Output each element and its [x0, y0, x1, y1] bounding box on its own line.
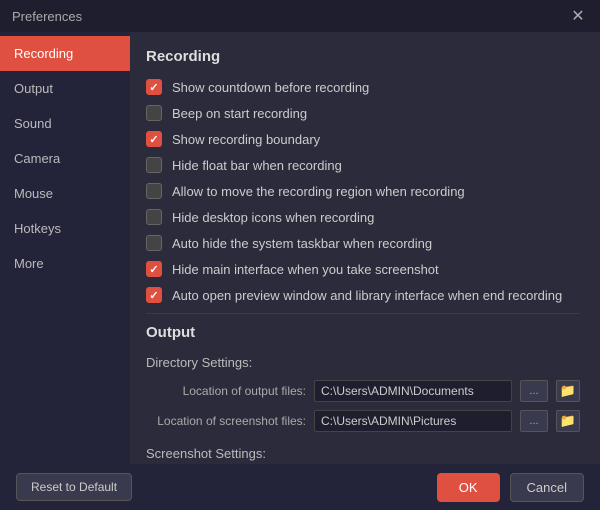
checkbox-moveregion-label: Allow to move the recording region when … — [172, 184, 465, 199]
checkbox-moveregion[interactable] — [146, 183, 162, 199]
checkbox-row-floatbar: Hide float bar when recording — [146, 157, 580, 173]
titlebar-title: Preferences — [12, 9, 82, 24]
screenshot-files-folder-btn[interactable]: 📁 — [556, 410, 580, 432]
output-files-browse-btn[interactable]: ... — [520, 380, 548, 402]
screenshot-files-row: Location of screenshot files: ... 📁 — [146, 410, 580, 432]
checkbox-desktopicons[interactable] — [146, 209, 162, 225]
output-files-folder-btn[interactable]: 📁 — [556, 380, 580, 402]
titlebar: Preferences ✕ — [0, 0, 600, 32]
checkbox-autopreview[interactable] — [146, 287, 162, 303]
checkbox-taskbar-label: Auto hide the system taskbar when record… — [172, 236, 432, 251]
checkbox-taskbar[interactable] — [146, 235, 162, 251]
output-files-input[interactable] — [314, 380, 512, 402]
checkbox-autopreview-label: Auto open preview window and library int… — [172, 288, 562, 303]
checkbox-maininterface-label: Hide main interface when you take screen… — [172, 262, 439, 277]
sidebar-item-mouse[interactable]: Mouse — [0, 176, 130, 211]
screenshot-settings-title: Screenshot Settings: — [146, 446, 580, 461]
sidebar-item-sound[interactable]: Sound — [0, 106, 130, 141]
footer-right: OK Cancel — [437, 473, 584, 502]
screenshot-files-input[interactable] — [314, 410, 512, 432]
screenshot-files-label: Location of screenshot files: — [146, 414, 306, 428]
directory-settings-title: Directory Settings: — [146, 355, 580, 370]
checkbox-beep-label: Beep on start recording — [172, 106, 307, 121]
checkbox-row-beep: Beep on start recording — [146, 105, 580, 121]
reset-button[interactable]: Reset to Default — [16, 473, 132, 501]
cancel-button[interactable]: Cancel — [510, 473, 584, 502]
checkbox-row-moveregion: Allow to move the recording region when … — [146, 183, 580, 199]
checkbox-maininterface[interactable] — [146, 261, 162, 277]
checkbox-boundary-label: Show recording boundary — [172, 132, 320, 147]
sidebar-item-camera[interactable]: Camera — [0, 141, 130, 176]
preferences-dialog: Preferences ✕ Recording Output Sound Cam… — [0, 0, 600, 510]
screenshot-files-browse-btn[interactable]: ... — [520, 410, 548, 432]
checkbox-floatbar-label: Hide float bar when recording — [172, 158, 342, 173]
sidebar-item-recording[interactable]: Recording — [0, 36, 130, 71]
checkbox-row-boundary: Show recording boundary — [146, 131, 580, 147]
divider — [146, 313, 580, 314]
output-files-label: Location of output files: — [146, 384, 306, 398]
checkbox-beep[interactable] — [146, 105, 162, 121]
checkbox-row-taskbar: Auto hide the system taskbar when record… — [146, 235, 580, 251]
sidebar-item-hotkeys[interactable]: Hotkeys — [0, 211, 130, 246]
content-area: Recording Show countdown before recordin… — [130, 32, 600, 464]
recording-section-title: Recording — [146, 48, 580, 65]
screenshot-settings: Screenshot Settings: Screenshot format: … — [146, 446, 580, 464]
checkbox-row-countdown: Show countdown before recording — [146, 79, 580, 95]
checkbox-desktopicons-label: Hide desktop icons when recording — [172, 210, 374, 225]
checkbox-countdown-label: Show countdown before recording — [172, 80, 369, 95]
checkbox-row-desktopicons: Hide desktop icons when recording — [146, 209, 580, 225]
ok-button[interactable]: OK — [437, 473, 500, 502]
close-button[interactable]: ✕ — [568, 6, 588, 26]
checkbox-countdown[interactable] — [146, 79, 162, 95]
checkbox-boundary[interactable] — [146, 131, 162, 147]
checkbox-row-maininterface: Hide main interface when you take screen… — [146, 261, 580, 277]
main-content: Recording Output Sound Camera Mouse Hotk… — [0, 32, 600, 464]
output-files-row: Location of output files: ... 📁 — [146, 380, 580, 402]
footer: Reset to Default OK Cancel — [0, 464, 600, 510]
output-section-title: Output — [146, 324, 580, 341]
sidebar-item-output[interactable]: Output — [0, 71, 130, 106]
output-section: Output Directory Settings: Location of o… — [146, 324, 580, 464]
sidebar: Recording Output Sound Camera Mouse Hotk… — [0, 32, 130, 464]
checkbox-row-autopreview: Auto open preview window and library int… — [146, 287, 580, 303]
sidebar-item-more[interactable]: More — [0, 246, 130, 281]
checkbox-floatbar[interactable] — [146, 157, 162, 173]
